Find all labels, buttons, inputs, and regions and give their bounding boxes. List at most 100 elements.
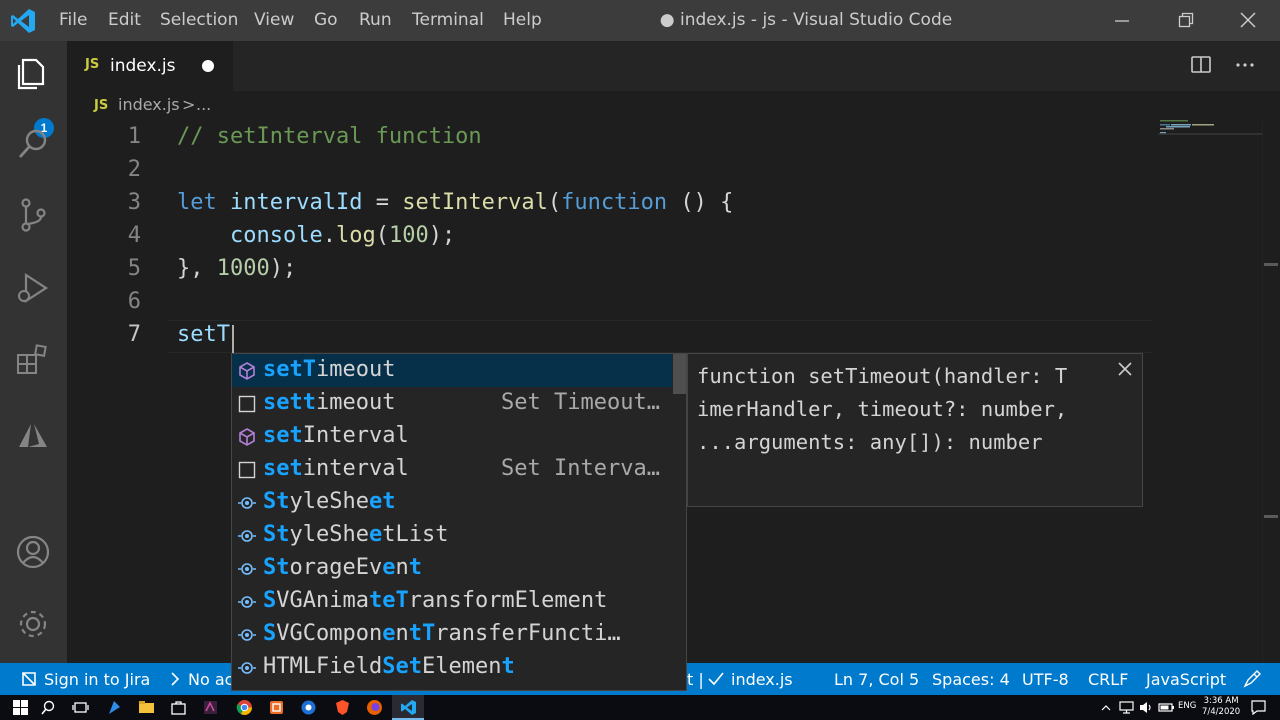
punctuation-token: }, bbox=[177, 256, 217, 281]
label-text: n bbox=[395, 555, 409, 580]
minimap[interactable] bbox=[1158, 119, 1262, 149]
match-highlight: T bbox=[395, 588, 409, 613]
notifications-icon[interactable] bbox=[1250, 699, 1267, 716]
taskbar-clock[interactable]: 3:36 AM 7/4/2020 bbox=[1202, 696, 1240, 718]
label-text: Elemen bbox=[421, 654, 502, 679]
feedback-icon[interactable] bbox=[1242, 669, 1262, 689]
interface-icon bbox=[238, 662, 256, 674]
minimize-button[interactable] bbox=[1090, 0, 1154, 41]
search-icon[interactable] bbox=[40, 699, 57, 716]
close-icon bbox=[1240, 12, 1256, 28]
manage-gear-icon[interactable] bbox=[14, 605, 52, 643]
explorer-icon[interactable] bbox=[14, 55, 52, 93]
network-icon[interactable] bbox=[1118, 699, 1135, 716]
chevron-up-icon[interactable] bbox=[1100, 699, 1112, 716]
signature-line: function setTimeout(handler: T bbox=[697, 364, 1068, 388]
breadcrumb-file[interactable]: index.js bbox=[118, 95, 180, 114]
end-of-line[interactable]: CRLF bbox=[1088, 670, 1128, 689]
close-window-button[interactable] bbox=[1216, 0, 1280, 41]
encoding[interactable]: UTF-8 bbox=[1022, 670, 1069, 689]
extensions-icon[interactable] bbox=[14, 341, 52, 379]
suggest-scrollbar[interactable] bbox=[673, 354, 686, 394]
menu-terminal[interactable]: Terminal bbox=[412, 10, 484, 30]
input-language[interactable]: ENG bbox=[1178, 701, 1196, 711]
interface-icon bbox=[238, 563, 256, 575]
cursor-position[interactable]: Ln 7, Col 5 bbox=[834, 670, 919, 689]
code-line-5: }, 1000); bbox=[177, 256, 296, 281]
menu-run[interactable]: Run bbox=[359, 10, 392, 30]
firefox-icon[interactable] bbox=[366, 699, 383, 716]
brave-icon[interactable] bbox=[334, 699, 351, 716]
task-view-icon[interactable] bbox=[72, 699, 89, 716]
suggestion-label: StorageEvent bbox=[263, 555, 422, 580]
battery-icon[interactable] bbox=[1158, 699, 1175, 716]
suggestion-item[interactable]: setInterval bbox=[232, 420, 672, 453]
suggestion-item[interactable]: SVGComponentTransferFuncti… bbox=[232, 618, 672, 651]
label-text: e bbox=[355, 489, 369, 514]
file-explorer-icon[interactable] bbox=[138, 699, 155, 716]
label-text: ransferFuncti… bbox=[435, 621, 621, 646]
menu-help[interactable]: Help bbox=[503, 10, 542, 30]
menu-go[interactable]: Go bbox=[314, 10, 338, 30]
unsaved-dot-icon[interactable] bbox=[202, 60, 214, 72]
azure-icon[interactable] bbox=[14, 417, 52, 455]
match-highlight: S bbox=[263, 522, 277, 547]
status-partial: t | bbox=[687, 670, 704, 689]
source-control-icon[interactable] bbox=[14, 196, 52, 234]
suggestion-item[interactable]: HTMLFieldSetElement bbox=[232, 651, 672, 684]
language-mode[interactable]: JavaScript bbox=[1146, 670, 1226, 689]
app-icon[interactable] bbox=[300, 699, 317, 716]
title-bar: File Edit Selection View Go Run Terminal… bbox=[0, 0, 1280, 41]
vscode-taskbar-item[interactable] bbox=[392, 695, 424, 720]
more-actions-icon[interactable] bbox=[1234, 55, 1256, 75]
windows-start-icon[interactable] bbox=[12, 699, 29, 716]
match-highlight: e bbox=[395, 654, 409, 679]
suggestion-item[interactable]: setinterval Set Interva… bbox=[232, 453, 672, 486]
vertical-scrollbar[interactable] bbox=[1262, 119, 1280, 663]
suggestion-item[interactable]: settimeout Set Timeout… bbox=[232, 387, 672, 420]
menu-edit[interactable]: Edit bbox=[108, 10, 141, 30]
app-icon[interactable] bbox=[202, 699, 219, 716]
chrome-icon[interactable] bbox=[236, 699, 253, 716]
windows-taskbar: ENG 3:36 AM 7/4/2020 bbox=[0, 695, 1280, 720]
restore-button[interactable] bbox=[1154, 0, 1218, 41]
menu-view[interactable]: View bbox=[254, 10, 294, 30]
match-highlight: e bbox=[382, 588, 396, 613]
sign-in-jira[interactable]: Sign in to Jira bbox=[44, 670, 150, 689]
volume-icon[interactable] bbox=[1138, 699, 1155, 716]
punctuation-token: ); bbox=[428, 223, 456, 248]
vscode-icon bbox=[401, 700, 416, 715]
run-debug-icon[interactable] bbox=[14, 269, 52, 307]
match-highlight: set bbox=[263, 456, 303, 481]
match-highlight: t bbox=[408, 654, 422, 679]
close-icon[interactable] bbox=[1115, 359, 1135, 379]
suggestion-item[interactable]: setTimeout bbox=[232, 354, 672, 387]
suggestion-item[interactable]: StorageEvent bbox=[232, 552, 672, 585]
label-text: n bbox=[395, 621, 409, 646]
store-icon[interactable] bbox=[170, 699, 187, 716]
status-no-active[interactable]: No ac bbox=[188, 670, 233, 689]
split-editor-icon[interactable] bbox=[1190, 55, 1212, 75]
accounts-icon[interactable] bbox=[14, 533, 52, 571]
paren-token: ( bbox=[547, 190, 562, 215]
app-icon[interactable] bbox=[268, 699, 285, 716]
label-text: ransformElement bbox=[408, 588, 608, 613]
text-cursor bbox=[232, 325, 234, 353]
menu-file[interactable]: File bbox=[59, 10, 87, 30]
check-icon bbox=[708, 672, 724, 686]
tab-index-js[interactable]: JS index.js bbox=[67, 41, 233, 91]
number-token: 1000 bbox=[216, 256, 270, 281]
suggestion-item[interactable]: StyleSheet bbox=[232, 486, 672, 519]
indentation[interactable]: Spaces: 4 bbox=[932, 670, 1010, 689]
search-icon[interactable] bbox=[14, 125, 52, 163]
breadcrumb-symbols[interactable]: ... bbox=[196, 95, 211, 114]
method-icon bbox=[239, 362, 255, 380]
menu-selection[interactable]: Selection bbox=[160, 10, 238, 30]
suggestion-item[interactable]: StyleSheetList bbox=[232, 519, 672, 552]
label-text: orageEv bbox=[289, 555, 383, 580]
label-text: HTMLField bbox=[263, 654, 383, 679]
suggestion-label: setinterval bbox=[263, 456, 409, 481]
status-check-file[interactable]: index.js bbox=[731, 670, 793, 689]
app-icon[interactable] bbox=[106, 699, 123, 716]
suggestion-item[interactable]: SVGAnimateTransformElement bbox=[232, 585, 672, 618]
